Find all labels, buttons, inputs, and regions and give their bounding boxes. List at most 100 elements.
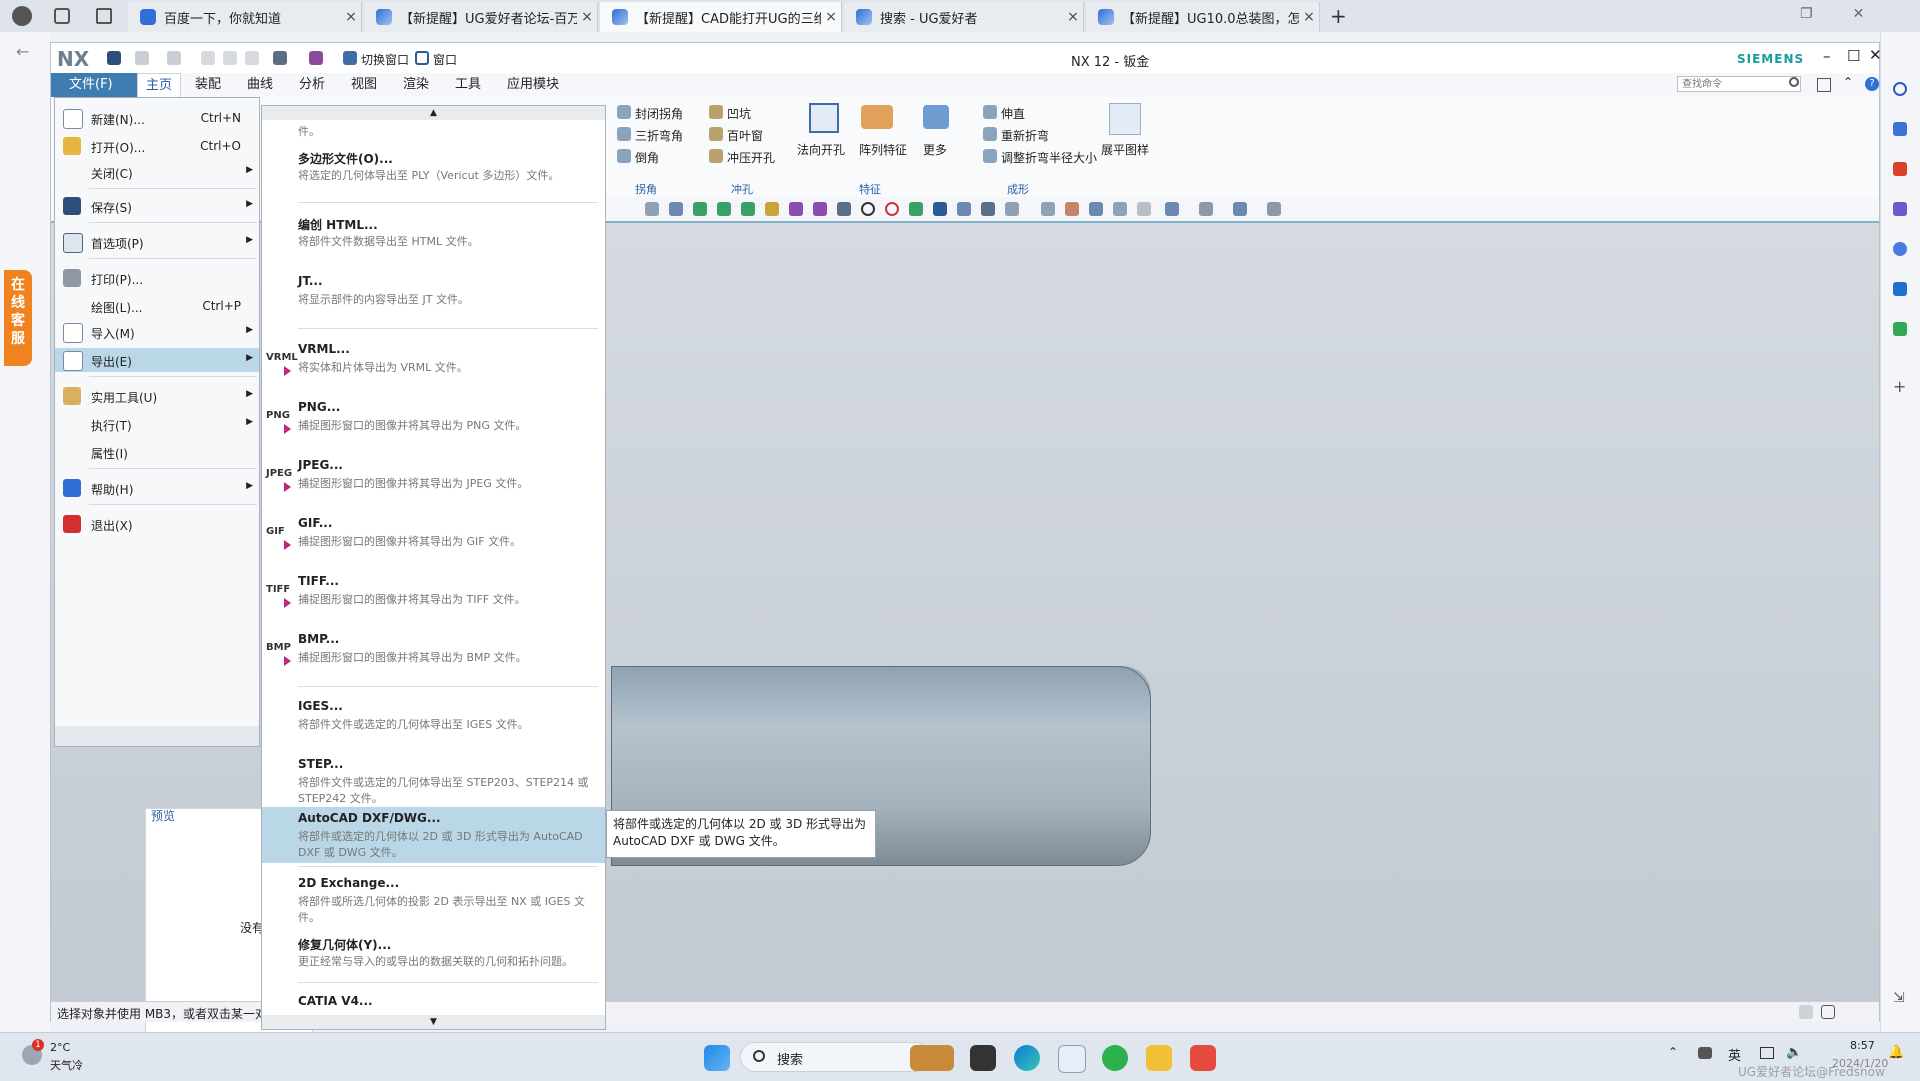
- menu-item-export[interactable]: 导出(E) ▶: [55, 348, 259, 372]
- close-window-icon[interactable]: ✕: [1853, 6, 1865, 22]
- display-icon[interactable]: [1760, 1047, 1774, 1059]
- browser-tab-active[interactable]: 【新提醒】CAD能打开UG的三维 ×: [600, 2, 842, 32]
- snap-quadrant-icon[interactable]: [885, 202, 899, 216]
- tab-curve[interactable]: 曲线: [239, 73, 281, 97]
- export-item-jpeg[interactable]: JPEG JPEG... 捕捉图形窗口的图像并将其导出为 JPEG 文件。: [262, 454, 605, 502]
- snap-spline-icon[interactable]: [789, 202, 803, 216]
- search-icon[interactable]: [1893, 82, 1907, 96]
- menu-item-properties[interactable]: 属性(I): [55, 440, 259, 464]
- touch-mode-icon[interactable]: [273, 51, 287, 65]
- flat-pattern-button[interactable]: 展平图样: [1101, 141, 1149, 158]
- scroll-up-button[interactable]: ▲: [262, 106, 605, 120]
- snap-center-icon[interactable]: [861, 202, 875, 216]
- edge-browser-icon[interactable]: [1014, 1045, 1040, 1071]
- snap-wave-icon[interactable]: [813, 202, 827, 216]
- export-item-step[interactable]: STEP... 将部件文件或选定的几何体导出至 STEP203、STEP214 或…: [262, 753, 605, 815]
- export-item-html[interactable]: 编创 HTML... 将部件文件数据导出至 HTML 文件。: [262, 212, 605, 260]
- pattern-feature-button[interactable]: 阵列特征: [859, 141, 907, 158]
- unbend-button[interactable]: 伸直: [1001, 105, 1025, 122]
- export-item-bmp[interactable]: BMP BMP... 捕捉图形窗口的图像并将其导出为 BMP 文件。: [262, 628, 605, 676]
- export-item-tiff[interactable]: TIFF TIFF... 捕捉图形窗口的图像并将其导出为 TIFF 文件。: [262, 570, 605, 618]
- profile-icon[interactable]: [12, 6, 32, 26]
- menu-item-exit[interactable]: 退出(X): [55, 512, 259, 536]
- menu-item-preferences[interactable]: 首选项(P) ▶: [55, 230, 259, 254]
- wechat-icon[interactable]: [1102, 1045, 1128, 1071]
- save-icon[interactable]: [107, 51, 121, 65]
- snap-intersection-icon[interactable]: [837, 202, 851, 216]
- games-icon[interactable]: [1893, 242, 1907, 256]
- app-icon[interactable]: [1190, 1045, 1216, 1071]
- cube-view-icon[interactable]: [1233, 202, 1247, 216]
- tab-view[interactable]: 视图: [343, 73, 385, 97]
- export-item-jt[interactable]: JT... 将显示部件的内容导出至 JT 文件。: [262, 270, 605, 318]
- browser-tab[interactable]: 【新提醒】UG10.0总装图，怎么 ×: [1086, 2, 1320, 32]
- taskbar-search-box[interactable]: 搜索: [740, 1042, 930, 1072]
- command-finder-input[interactable]: [1677, 76, 1801, 92]
- closed-corner-button[interactable]: 封闭拐角: [635, 105, 683, 122]
- close-tab-icon[interactable]: ×: [821, 9, 841, 25]
- minimize-icon[interactable]: –: [1823, 47, 1831, 65]
- three-bend-corner-button[interactable]: 三折弯角: [635, 127, 683, 144]
- louver-button[interactable]: 百叶窗: [727, 127, 763, 144]
- view-orient-icon[interactable]: [669, 202, 683, 216]
- layer-settings-icon[interactable]: [1165, 202, 1179, 216]
- snap-midpoint-icon[interactable]: [717, 202, 731, 216]
- browser-tab[interactable]: 搜索 - UG爱好者 ×: [844, 2, 1084, 32]
- menu-item-new[interactable]: 新建(N)... Ctrl+N: [55, 106, 259, 130]
- view-rotate-icon[interactable]: [1089, 202, 1103, 216]
- close-icon[interactable]: ✕: [1869, 46, 1882, 64]
- export-item-polygon[interactable]: 多边形文件(O)... 将选定的几何体导出至 PLY（Vericut 多边形）文件…: [262, 146, 605, 194]
- ime-indicator[interactable]: 英: [1728, 1045, 1741, 1064]
- task-view-icon[interactable]: [970, 1045, 996, 1071]
- clock-time[interactable]: 8:57: [1850, 1039, 1875, 1052]
- export-item-vrml[interactable]: VRML VRML... 将实体和片体导出为 VRML 文件。: [262, 338, 605, 386]
- export-item-partial[interactable]: 件。: [262, 120, 605, 146]
- copilot-icon[interactable]: [1893, 122, 1907, 136]
- scroll-down-button[interactable]: ▼: [262, 1015, 605, 1029]
- network-icon[interactable]: [1698, 1047, 1712, 1059]
- export-item-repair-geometry[interactable]: 修复几何体(Y)... 更正经常与导入的或导出的数据关联的几何和拓扑问题。: [262, 932, 605, 978]
- menu-item-close[interactable]: 关闭(C) ▶: [55, 160, 259, 184]
- expand-sidebar-icon[interactable]: ⇲: [1893, 990, 1905, 1006]
- export-item-catia-v4[interactable]: CATIA V4...: [262, 990, 605, 1014]
- view-perspective-icon[interactable]: [1137, 202, 1151, 216]
- back-arrow-icon[interactable]: ←: [16, 42, 29, 61]
- window-menu-button[interactable]: 窗口: [433, 51, 457, 68]
- menu-item-import[interactable]: 导入(M) ▶: [55, 320, 259, 344]
- display-mode-icon[interactable]: [1199, 202, 1213, 216]
- redo-icon[interactable]: [167, 51, 181, 65]
- browser-tab[interactable]: 【新提醒】UG爱好者论坛-百万S ×: [364, 2, 598, 32]
- show-hidden-icons-icon[interactable]: ⌃: [1668, 1045, 1678, 1059]
- browser-tab[interactable]: 百度一下，你就知道 ×: [128, 2, 362, 32]
- outlook-icon[interactable]: [1893, 282, 1907, 296]
- render-style-icon[interactable]: [1267, 202, 1281, 216]
- switch-window-icon[interactable]: [343, 51, 357, 65]
- export-item-2d-exchange[interactable]: 2D Exchange... 将部件或所选几何体的投影 2D 表示导出至 NX 或…: [262, 872, 605, 928]
- snap-tangent-icon[interactable]: [765, 202, 779, 216]
- snap-line-icon[interactable]: [933, 202, 947, 216]
- snap-grid-icon[interactable]: [1005, 202, 1019, 216]
- tab-tools[interactable]: 工具: [447, 73, 489, 97]
- copy-icon[interactable]: [223, 51, 237, 65]
- dimple-button[interactable]: 凹坑: [727, 105, 751, 122]
- add-sidebar-app-icon[interactable]: +: [1893, 377, 1906, 396]
- tab-actions-icon[interactable]: [96, 8, 112, 24]
- snap-curve-icon[interactable]: [741, 202, 755, 216]
- online-customer-service-tab[interactable]: 在线客服: [4, 270, 32, 366]
- ribbon-options-icon[interactable]: [1817, 78, 1831, 92]
- snap-bounded-icon[interactable]: [981, 202, 995, 216]
- undo-icon[interactable]: [135, 51, 149, 65]
- search-icon[interactable]: [1789, 77, 1799, 87]
- drawn-cutout-button[interactable]: 冲压开孔: [727, 149, 775, 166]
- snap-endpoint-icon[interactable]: [693, 202, 707, 216]
- chamfer-button[interactable]: 倒角: [635, 149, 659, 166]
- close-tab-icon[interactable]: ×: [577, 9, 597, 25]
- close-tab-icon[interactable]: ×: [341, 9, 361, 25]
- tab-file[interactable]: 文件(F): [51, 73, 149, 97]
- shopping-icon[interactable]: [1893, 162, 1907, 176]
- tab-applications[interactable]: 应用模块: [499, 73, 567, 97]
- search-highlight-icon[interactable]: [910, 1045, 954, 1071]
- tab-home[interactable]: 主页: [137, 73, 182, 98]
- more-button[interactable]: 更多: [923, 141, 947, 158]
- view-fit-icon[interactable]: [1041, 202, 1055, 216]
